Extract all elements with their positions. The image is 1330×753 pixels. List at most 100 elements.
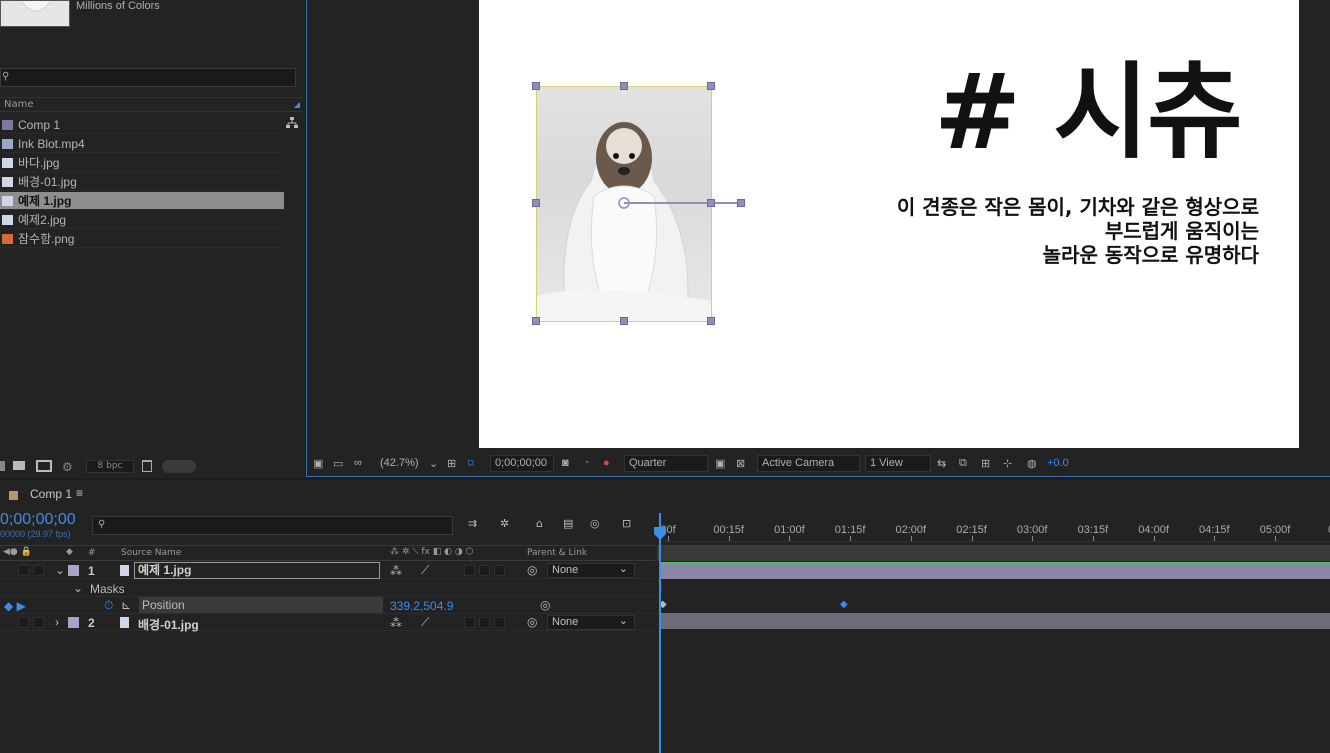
quality-switch-icon[interactable]: ⟋ bbox=[421, 615, 429, 630]
exposure-value[interactable]: +0.0 bbox=[1047, 457, 1069, 469]
transform-handle[interactable] bbox=[707, 199, 715, 207]
project-item[interactable]: 예제2.jpg bbox=[0, 211, 284, 229]
body-text-layer[interactable]: 이 견종은 작은 몸이, 기차와 같은 형상으로 부드럽게 움직이는 놀라운 동… bbox=[839, 195, 1259, 267]
switch-box[interactable] bbox=[494, 617, 505, 628]
color-channels-icon[interactable]: ● bbox=[603, 457, 610, 469]
project-item[interactable]: 예제 1.jpg bbox=[0, 192, 284, 210]
layer-duration-bar[interactable] bbox=[660, 562, 1330, 579]
layer-duration-bar[interactable] bbox=[660, 613, 1330, 629]
view-layout-select[interactable]: 1 View bbox=[865, 455, 931, 472]
stopwatch-icon[interactable]: ⏱ bbox=[104, 598, 113, 613]
frame-blending-icon[interactable]: ▤ bbox=[563, 517, 573, 530]
transform-handle[interactable] bbox=[707, 317, 715, 325]
switch-box[interactable] bbox=[479, 565, 490, 576]
transparency-grid-icon[interactable]: ⊠ bbox=[736, 457, 745, 470]
vr-icon[interactable]: ∞ bbox=[354, 457, 362, 469]
layer-name-field[interactable]: 예제 1.jpg bbox=[134, 562, 380, 579]
mask-visibility-icon[interactable]: ⌑ bbox=[468, 457, 474, 470]
keyframe-marker[interactable]: ◆ bbox=[840, 599, 848, 610]
parent-select[interactable]: None ⌄ bbox=[547, 615, 635, 630]
switch-box[interactable] bbox=[33, 617, 44, 628]
grid-icon[interactable]: ⊞ bbox=[447, 457, 456, 470]
resolution-select[interactable]: Quarter bbox=[624, 455, 708, 472]
timecode-display[interactable]: 0;00;00;00 bbox=[490, 455, 554, 472]
label-color-swatch[interactable] bbox=[68, 617, 79, 628]
pick-whip-icon[interactable]: ◎ bbox=[527, 615, 537, 629]
project-search-input[interactable]: ⚲ bbox=[0, 68, 296, 87]
parent-select[interactable]: None ⌄ bbox=[547, 563, 635, 578]
transform-handle[interactable] bbox=[620, 82, 628, 90]
new-comp-icon[interactable] bbox=[36, 460, 52, 472]
switch-box[interactable] bbox=[494, 565, 505, 576]
masks-row[interactable]: ⌄ Masks bbox=[0, 580, 655, 597]
title-text-layer[interactable]: # 시츄 bbox=[934, 52, 1243, 172]
composition-canvas[interactable]: # 시츄 이 견종은 작은 몸이, 기차와 같은 형상으로 부드럽게 움직이는 … bbox=[479, 0, 1299, 448]
monitor-icon[interactable]: ▭ bbox=[333, 457, 343, 470]
switch-box[interactable] bbox=[464, 565, 475, 576]
label-color-swatch[interactable] bbox=[68, 565, 79, 576]
transform-handle[interactable] bbox=[737, 199, 745, 207]
project-item[interactable]: 바다.jpg bbox=[0, 154, 284, 172]
new-folder-icon[interactable] bbox=[13, 461, 25, 470]
chevron-right-icon[interactable]: › bbox=[55, 615, 59, 629]
layer-row[interactable]: ⌄ 1 예제 1.jpg ⁂ ⟋ ◎ None ⌄ bbox=[0, 562, 655, 579]
timeline-icon[interactable]: ⊞ bbox=[981, 457, 990, 470]
switch-box[interactable] bbox=[18, 565, 29, 576]
shy-switch-icon[interactable]: ⁂ bbox=[390, 616, 402, 630]
shy-layers-icon[interactable]: ⌂ bbox=[536, 517, 543, 530]
interpret-footage-icon[interactable] bbox=[0, 461, 5, 471]
source-name-column[interactable]: Source Name bbox=[121, 548, 181, 558]
always-preview-icon[interactable]: ▣ bbox=[313, 457, 323, 470]
transform-handle[interactable] bbox=[707, 82, 715, 90]
work-area-bar[interactable] bbox=[657, 545, 1330, 561]
show-snapshot-icon[interactable]: ◔ bbox=[583, 457, 590, 469]
flowchart-icon[interactable]: ⊹ bbox=[1003, 457, 1012, 470]
chevron-down-icon[interactable]: ⌄ bbox=[55, 563, 65, 577]
timeline-search-input[interactable]: ⚲ bbox=[92, 516, 453, 535]
project-item[interactable]: 배경-01.jpg bbox=[0, 173, 284, 191]
thumbnail-size-slider[interactable] bbox=[162, 460, 196, 473]
pick-whip-icon[interactable]: ◎ bbox=[527, 563, 537, 577]
flowchart-icon[interactable] bbox=[285, 116, 299, 130]
time-ruler[interactable]: 00f 00:15f 01:00f 01:15f 02:00f 02:15f 03:00f 0… bbox=[657, 513, 1330, 542]
switch-box[interactable] bbox=[464, 617, 475, 628]
graph-editor-icon[interactable]: ⊡ bbox=[622, 517, 631, 530]
av-features-icon[interactable]: ◀● 🔒 bbox=[3, 547, 32, 557]
zoom-select[interactable]: (42.7%) bbox=[380, 457, 419, 469]
project-column-header[interactable]: Name ◢ bbox=[0, 97, 302, 112]
project-item[interactable]: Comp 1 bbox=[0, 116, 284, 134]
transform-handle[interactable] bbox=[532, 317, 540, 325]
trash-icon[interactable] bbox=[142, 460, 152, 472]
menu-icon[interactable]: ≡ bbox=[76, 486, 83, 500]
shy-switch-icon[interactable]: ⁂ bbox=[390, 564, 402, 578]
composition-flowchart-icon[interactable]: ⇉ bbox=[468, 517, 477, 530]
chevron-down-icon[interactable]: ⌄ bbox=[429, 457, 438, 470]
current-time-indicator[interactable] bbox=[654, 513, 666, 753]
draft-3d-icon[interactable]: ✲ bbox=[500, 517, 509, 530]
current-time-display[interactable]: 0;00;00;00 bbox=[0, 511, 76, 529]
quality-switch-icon[interactable]: ⟋ bbox=[421, 563, 429, 578]
switch-box[interactable] bbox=[33, 565, 44, 576]
playhead-head-icon[interactable] bbox=[653, 527, 667, 541]
chevron-down-icon[interactable]: ⌄ bbox=[73, 581, 83, 595]
camera-select[interactable]: Active Camera bbox=[757, 455, 860, 472]
region-of-interest-icon[interactable]: ▣ bbox=[715, 457, 725, 470]
expression-pick-whip-icon[interactable]: ◎ bbox=[540, 598, 550, 612]
switch-box[interactable] bbox=[18, 617, 29, 628]
position-value[interactable]: 339.2,504.9 bbox=[390, 599, 453, 613]
layer-name[interactable]: 배경-01.jpg bbox=[138, 616, 199, 633]
snapshot-icon[interactable]: ◙ bbox=[562, 457, 569, 469]
reset-exposure-icon[interactable]: ◍ bbox=[1027, 457, 1037, 470]
fast-preview-icon[interactable]: ⧉ bbox=[959, 457, 967, 470]
transform-handle[interactable] bbox=[620, 317, 628, 325]
keyframe-nav-icon[interactable]: ◆ ▶ bbox=[4, 599, 26, 613]
toggle-pixel-icon[interactable]: ⇆ bbox=[937, 457, 946, 470]
label-icon[interactable]: ◆ bbox=[66, 547, 73, 557]
project-settings-icon[interactable]: ⚙ bbox=[62, 460, 73, 474]
layer-row[interactable]: › 2 배경-01.jpg ⁂ ⟋ ◎ None ⌄ bbox=[0, 614, 655, 633]
transform-handle[interactable] bbox=[532, 199, 540, 207]
bit-depth-button[interactable]: 8 bpc bbox=[86, 460, 134, 473]
project-item[interactable]: 잠수함.png bbox=[0, 230, 284, 248]
position-row[interactable]: ◆ ▶ ⏱ ⊾ Position 339.2,504.9 ◎ bbox=[0, 597, 655, 614]
transform-handle[interactable] bbox=[532, 82, 540, 90]
